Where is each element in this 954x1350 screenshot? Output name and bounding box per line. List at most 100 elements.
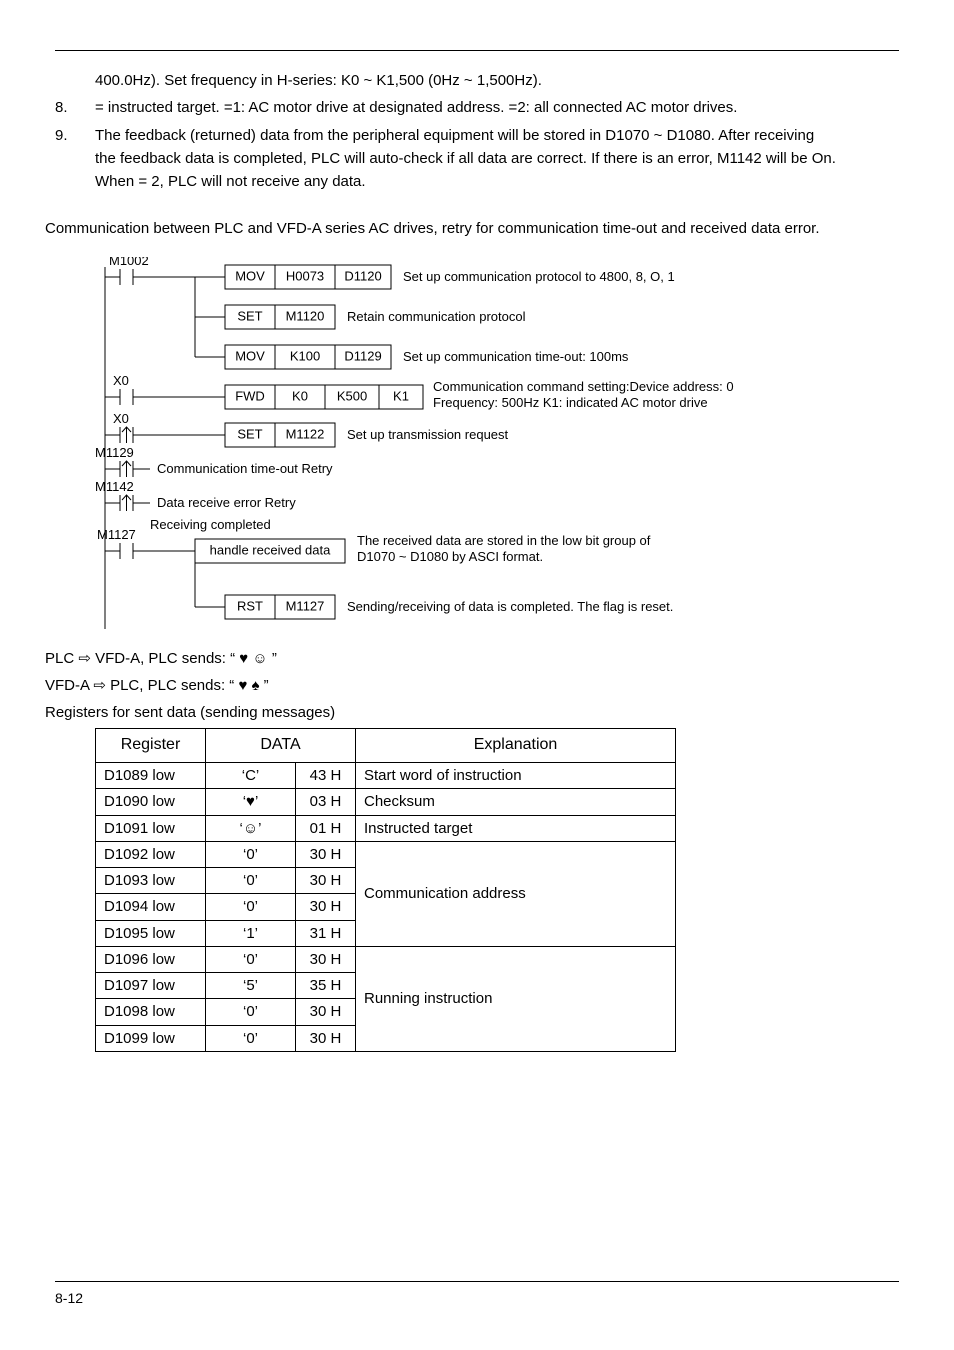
cell-hex: 35 H [296,973,356,999]
svg-text:handle received data: handle received data [210,542,331,557]
table-row: D1089 low ‘C’ 43 H Start word of instruc… [96,763,676,789]
svg-text:M1122: M1122 [286,426,325,441]
cell-char: ‘☺’ [206,815,296,841]
svg-text:SET: SET [237,308,262,323]
cell-reg: D1089 low [96,763,206,789]
svg-text:The received data are stored i: The received data are stored in the low … [357,533,651,548]
svg-text:X0: X0 [113,411,129,426]
cell-reg: D1090 low [96,789,206,815]
svg-text:RST: RST [237,598,263,613]
svg-text:D1120: D1120 [344,268,381,283]
cell-exp: Communication address [356,841,676,946]
cell-char: ‘0’ [206,894,296,920]
svg-text:M1127: M1127 [286,598,325,613]
ladder-diagram: .ln{stroke:#000;stroke-width:1;fill:none… [95,257,899,637]
svg-text:M1127: M1127 [97,527,136,542]
line: When = 2, PLC will not receive any data. [95,173,366,190]
line: the feedback data is completed, PLC will… [95,150,836,167]
svg-text:Frequency: 500Hz K1: indicated: Frequency: 500Hz K1: indicated AC motor … [433,395,708,410]
cell-reg: D1092 low [96,841,206,867]
cell-exp: Start word of instruction [356,763,676,789]
ladder-svg: .ln{stroke:#000;stroke-width:1;fill:none… [95,257,915,637]
svg-text:Set up communication time-out:: Set up communication time-out: 100ms [403,349,629,364]
svg-text:Communication time-out Retry: Communication time-out Retry [157,461,333,476]
list-number: 8. [55,96,75,119]
cell-reg: D1095 low [96,920,206,946]
cell-reg: D1099 low [96,1025,206,1051]
plc-sends: PLC ⇨ VFD-A, PLC sends: “ ♥ ☺ ” [45,647,899,670]
cell-char: ‘♥’ [206,789,296,815]
cell-char: ‘0’ [206,946,296,972]
cell-reg: D1091 low [96,815,206,841]
svg-text:M1120: M1120 [286,308,325,323]
cell-hex: 01 H [296,815,356,841]
svg-text:Sending/receiving of data is c: Sending/receiving of data is completed. … [347,599,673,614]
svg-text:M1142: M1142 [95,479,134,494]
registers-table: Register DATA Explanation D1089 low ‘C’ … [95,728,676,1052]
cell-char: ‘0’ [206,841,296,867]
svg-text:K0: K0 [292,388,308,403]
cell-char: ‘0’ [206,1025,296,1051]
lead-paragraph: Communication between PLC and VFD-A seri… [45,217,899,240]
top-divider [55,50,899,51]
cell-hex: 43 H [296,763,356,789]
table-row: D1092 low ‘0’ 30 H Communication address [96,841,676,867]
cell-hex: 30 H [296,1025,356,1051]
svg-text:MOV: MOV [235,268,265,283]
cell-reg: D1098 low [96,999,206,1025]
cell-char: ‘C’ [206,763,296,789]
th-explanation: Explanation [356,729,676,763]
svg-text:H0073: H0073 [286,268,324,283]
list-number: 9. [55,124,75,194]
svg-text:Set up transmission request: Set up transmission request [347,427,509,442]
cell-char: ‘0’ [206,868,296,894]
list-content: = instructed target. =1: AC motor drive … [95,96,899,119]
cell-exp: Instructed target [356,815,676,841]
svg-text:M1129: M1129 [95,445,134,460]
cell-hex: 30 H [296,999,356,1025]
svg-text:Retain communication protocol: Retain communication protocol [347,309,526,324]
svg-text:MOV: MOV [235,348,265,363]
cell-exp: Running instruction [356,946,676,1051]
th-data: DATA [206,729,356,763]
svg-text:Data receive error Retry: Data receive error Retry [157,495,296,510]
svg-text:Communication command setting:: Communication command setting:Device add… [433,379,734,394]
cell-reg: D1096 low [96,946,206,972]
cell-hex: 30 H [296,894,356,920]
svg-text:D1070 ~ D1080 by ASCI format.: D1070 ~ D1080 by ASCI format. [357,549,543,564]
vfd-sends: VFD-A ⇨ PLC, PLC sends: “ ♥ ♠ ” [45,674,899,697]
line: The feedback (returned) data from the pe… [95,127,814,144]
table-row: D1091 low ‘☺’ 01 H Instructed target [96,815,676,841]
list-item-9: 9. The feedback (returned) data from the… [55,124,899,194]
continuation-paragraph: 400.0Hz). Set frequency in H-series: K0 … [95,69,899,92]
svg-text:D1129: D1129 [344,348,381,363]
page: 400.0Hz). Set frequency in H-series: K0 … [0,0,954,1350]
svg-text:M1002: M1002 [109,257,149,268]
svg-text:K100: K100 [290,348,320,363]
svg-text:K1: K1 [393,388,409,403]
cell-hex: 30 H [296,946,356,972]
cell-hex: 30 H [296,868,356,894]
cell-hex: 31 H [296,920,356,946]
cell-exp: Checksum [356,789,676,815]
cell-reg: D1093 low [96,868,206,894]
footer-divider [55,1281,899,1282]
svg-text:K500: K500 [337,388,367,403]
svg-text:FWD: FWD [235,388,265,403]
svg-text:Receiving completed: Receiving completed [150,517,271,532]
cell-char: ‘0’ [206,999,296,1025]
registers-caption: Registers for sent data (sending message… [45,701,899,724]
list-item-8: 8. = instructed target. =1: AC motor dri… [55,96,899,119]
table-header-row: Register DATA Explanation [96,729,676,763]
th-register: Register [96,729,206,763]
cell-char: ‘1’ [206,920,296,946]
cell-char: ‘5’ [206,973,296,999]
svg-text:X0: X0 [113,373,129,388]
svg-text:Set up communication protocol: Set up communication protocol to 4800, 8… [403,269,675,284]
table-row: D1090 low ‘♥’ 03 H Checksum [96,789,676,815]
cell-hex: 30 H [296,841,356,867]
cell-hex: 03 H [296,789,356,815]
list-content: The feedback (returned) data from the pe… [95,124,899,194]
page-number: 8-12 [55,1288,899,1310]
cell-reg: D1097 low [96,973,206,999]
